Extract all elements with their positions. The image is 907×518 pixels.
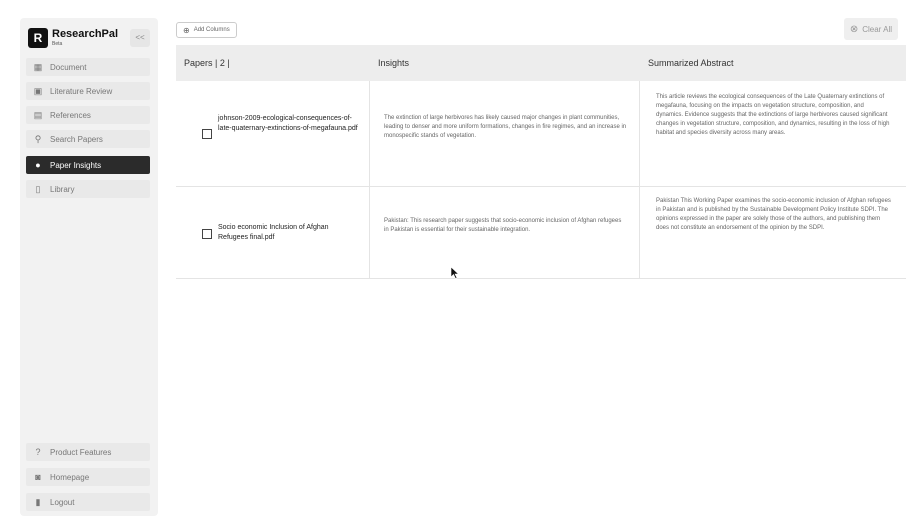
question-icon: ? <box>35 447 41 457</box>
sidebar-item-label: Library <box>50 184 75 194</box>
sidebar-item-label: Product Features <box>50 447 112 457</box>
app-window: R ResearchPal Beta << ▦ Document ▣ Liter… <box>0 0 907 518</box>
table-row: johnson-2009-ecological-consequences-of-… <box>176 81 906 187</box>
brand-logo: R <box>28 28 48 48</box>
search-icon: ⚲ <box>34 133 42 144</box>
column-header-abstract[interactable]: Summarized Abstract <box>640 45 906 81</box>
add-columns-button[interactable]: ⊕ Add Columns <box>176 22 237 38</box>
table-row: Socio economic Inclusion of Afghan Refug… <box>176 187 906 279</box>
collapse-sidebar-button[interactable]: << <box>130 29 150 47</box>
sidebar-item-search-papers[interactable]: ⚲ Search Papers <box>26 130 150 148</box>
insight-text: Pakistan: This research paper suggests t… <box>384 218 622 233</box>
clear-all-label: Clear All <box>862 24 892 34</box>
column-header-papers[interactable]: Papers | 2 | <box>176 45 370 81</box>
plus-circle-icon: ⊕ <box>183 25 190 35</box>
abstract-cell: This article reviews the ecological cons… <box>640 81 906 186</box>
sidebar-item-logout[interactable]: ▮ Logout <box>26 493 150 511</box>
references-icon: ▤ <box>33 109 43 120</box>
sidebar-item-label: Document <box>50 62 87 72</box>
row-checkbox[interactable] <box>202 229 212 239</box>
paper-cell: Socio economic Inclusion of Afghan Refug… <box>176 187 370 278</box>
insight-text: The extinction of large herbivores has l… <box>384 115 627 139</box>
paper-filename: johnson-2009-ecological-consequences-of-… <box>218 115 358 132</box>
add-columns-label: Add Columns <box>193 27 230 33</box>
sidebar-item-paper-insights[interactable]: ● Paper Insights <box>26 156 150 174</box>
document-icon: ▦ <box>33 61 43 72</box>
abstract-text: Pakistan This Working Paper examines the… <box>656 198 891 231</box>
brand-badge: Beta <box>52 41 63 47</box>
sidebar-item-library[interactable]: ▯ Library <box>26 180 150 198</box>
paper-filename: Socio economic Inclusion of Afghan Refug… <box>218 224 329 241</box>
review-icon: ▣ <box>33 85 43 96</box>
insight-cell: Pakistan: This research paper suggests t… <box>370 187 640 278</box>
home-icon: ◙ <box>35 472 41 482</box>
clear-all-button[interactable]: ⊗ Clear All <box>843 18 898 40</box>
bulb-icon: ● <box>35 160 41 170</box>
sidebar-item-homepage[interactable]: ◙ Homepage <box>26 468 150 486</box>
close-circle-icon: ⊗ <box>849 23 859 35</box>
sidebar-item-literature-review[interactable]: ▣ Literature Review <box>26 82 150 100</box>
insight-cell: The extinction of large herbivores has l… <box>370 81 640 186</box>
table-header: Papers | 2 | Insights Summarized Abstrac… <box>176 45 906 81</box>
sidebar-item-label: Search Papers <box>50 134 103 144</box>
sidebar-item-label: Homepage <box>50 472 90 482</box>
brand: R ResearchPal Beta << <box>26 24 152 54</box>
mouse-cursor-icon <box>451 267 459 279</box>
paper-cell: johnson-2009-ecological-consequences-of-… <box>176 81 370 186</box>
row-checkbox[interactable] <box>202 129 212 139</box>
logout-icon: ▮ <box>35 496 41 507</box>
sidebar-item-label: References <box>50 110 91 120</box>
toolbar: ⊕ Add Columns ⊗ Clear All <box>176 18 898 40</box>
abstract-cell: Pakistan This Working Paper examines the… <box>640 187 906 278</box>
sidebar-item-label: Logout <box>50 497 75 507</box>
sidebar-item-document[interactable]: ▦ Document <box>26 58 150 76</box>
collapse-icon: << <box>135 33 145 42</box>
abstract-text: This article reviews the ecological cons… <box>656 94 890 136</box>
sidebar: R ResearchPal Beta << ▦ Document ▣ Liter… <box>20 18 158 516</box>
sidebar-item-references[interactable]: ▤ References <box>26 106 150 124</box>
sidebar-item-label: Literature Review <box>50 86 113 96</box>
brand-name: ResearchPal <box>52 28 119 40</box>
library-icon: ▯ <box>35 183 41 194</box>
column-header-insights[interactable]: Insights <box>370 45 640 81</box>
sidebar-item-label: Paper Insights <box>50 160 102 170</box>
sidebar-item-product-features[interactable]: ? Product Features <box>26 443 150 461</box>
